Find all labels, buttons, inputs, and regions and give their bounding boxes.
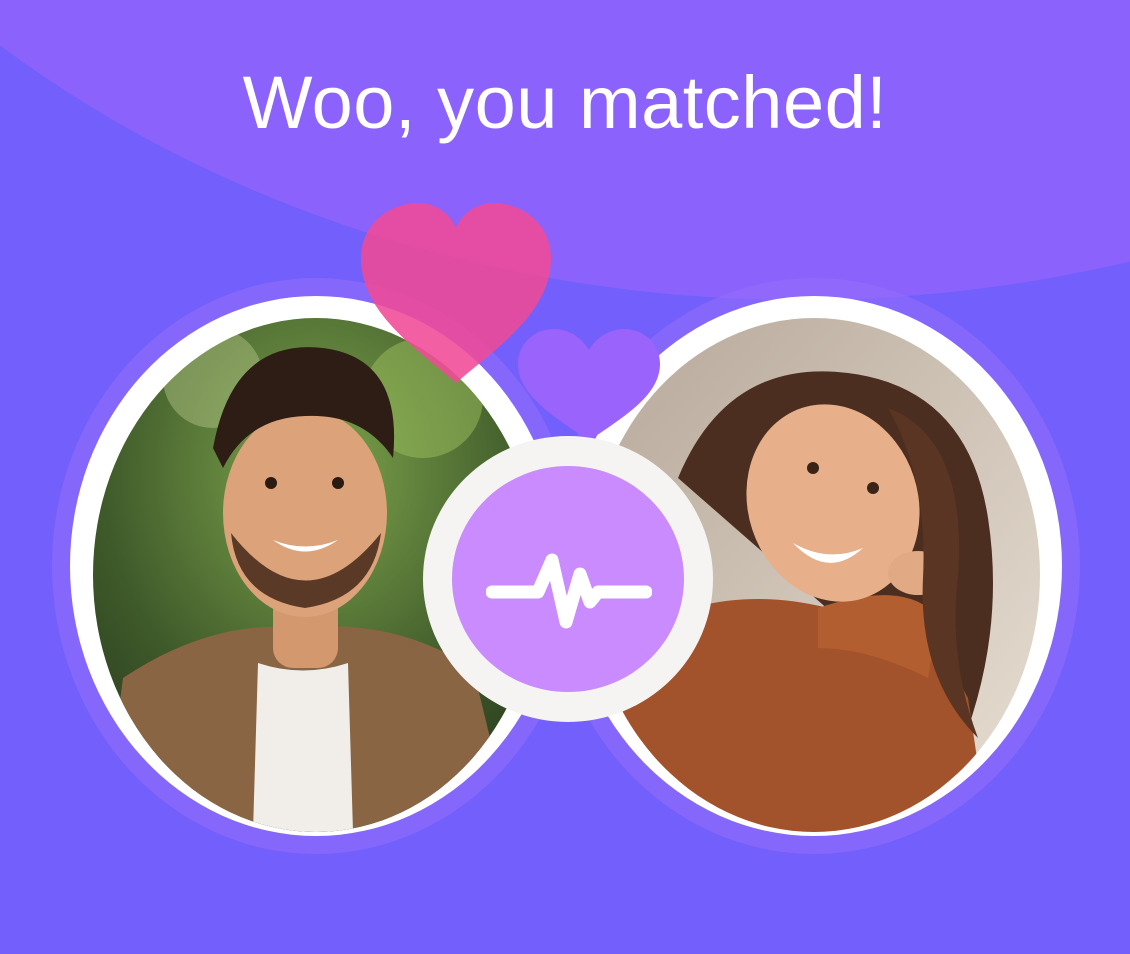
purple-heart-icon bbox=[518, 329, 660, 441]
match-screen: Woo, you matched! bbox=[0, 0, 1130, 954]
heartbeat-pulse-icon bbox=[486, 553, 652, 629]
match-headline: Woo, you matched! bbox=[242, 61, 888, 144]
background-band bbox=[0, 0, 1130, 300]
